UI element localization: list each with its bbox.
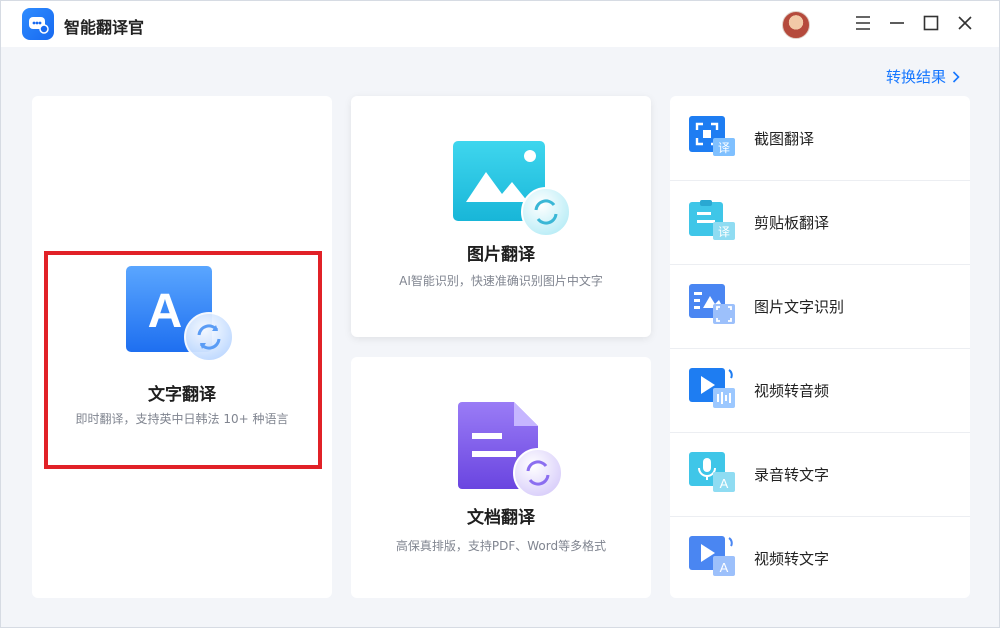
- title-bar: 智能翻译官: [1, 1, 999, 47]
- close-icon[interactable]: [953, 11, 977, 35]
- image-translate-subtitle: AI智能识别，快速准确识别图片中文字: [399, 274, 603, 288]
- conversion-results-label: 转换结果: [886, 68, 947, 86]
- video-to-audio-icon: [689, 368, 739, 408]
- selection-highlight: [44, 251, 322, 469]
- user-avatar[interactable]: [782, 11, 810, 39]
- document-translate-card[interactable]: 文档翻译 高保真排版，支持PDF、Word等多格式: [351, 357, 651, 598]
- svg-text:译: 译: [718, 141, 730, 155]
- chevron-right-icon: [952, 70, 960, 83]
- audio-to-text-icon: A: [689, 452, 739, 492]
- app-logo-icon: [22, 8, 54, 40]
- tool-label: 图片文字识别: [754, 297, 845, 316]
- menu-icon[interactable]: [851, 11, 875, 35]
- tool-item-video-to-audio[interactable]: 视频转音频: [670, 348, 970, 432]
- tool-label: 视频转文字: [754, 549, 830, 568]
- screenshot-translate-icon: 译: [689, 116, 739, 156]
- image-translate-title: 图片翻译: [467, 245, 535, 265]
- app-window: 智能翻译官 转换结果 A 文字翻译 即时翻译，支持英中日韩法 10+ 种语言 图…: [0, 0, 1000, 628]
- document-translate-subtitle: 高保真排版，支持PDF、Word等多格式: [395, 539, 607, 553]
- tool-item-video-to-text[interactable]: A 视频转文字: [670, 516, 970, 600]
- svg-text:译: 译: [718, 225, 730, 239]
- svg-text:A: A: [720, 476, 729, 491]
- image-translate-icon: [452, 140, 572, 240]
- image-translate-card[interactable]: 图片翻译 AI智能识别，快速准确识别图片中文字: [351, 96, 651, 337]
- minimize-icon[interactable]: [885, 11, 909, 35]
- tool-item-clipboard-translate[interactable]: 译 剪贴板翻译: [670, 180, 970, 264]
- tool-item-screenshot-translate[interactable]: 译 截图翻译: [670, 96, 970, 180]
- tool-label: 视频转音频: [754, 381, 830, 400]
- tool-item-audio-to-text[interactable]: A 录音转文字: [670, 432, 970, 516]
- clipboard-translate-icon: 译: [689, 200, 739, 240]
- app-title: 智能翻译官: [64, 18, 145, 37]
- video-to-text-icon: A: [689, 536, 739, 576]
- tool-item-image-ocr[interactable]: 图片文字识别: [670, 264, 970, 348]
- tool-label: 剪贴板翻译: [754, 213, 830, 232]
- maximize-icon[interactable]: [919, 11, 943, 35]
- tools-list: 译 截图翻译 译 剪贴板翻译 图片文字识别 视频转音频 A 录音转文字 A 视频…: [670, 96, 970, 598]
- image-ocr-icon: [689, 284, 739, 324]
- document-translate-icon: [458, 401, 568, 505]
- svg-text:A: A: [720, 560, 729, 575]
- tool-label: 截图翻译: [754, 129, 815, 148]
- document-translate-title: 文档翻译: [467, 508, 535, 528]
- conversion-results-link[interactable]: 转换结果: [886, 66, 960, 87]
- tool-label: 录音转文字: [754, 465, 830, 484]
